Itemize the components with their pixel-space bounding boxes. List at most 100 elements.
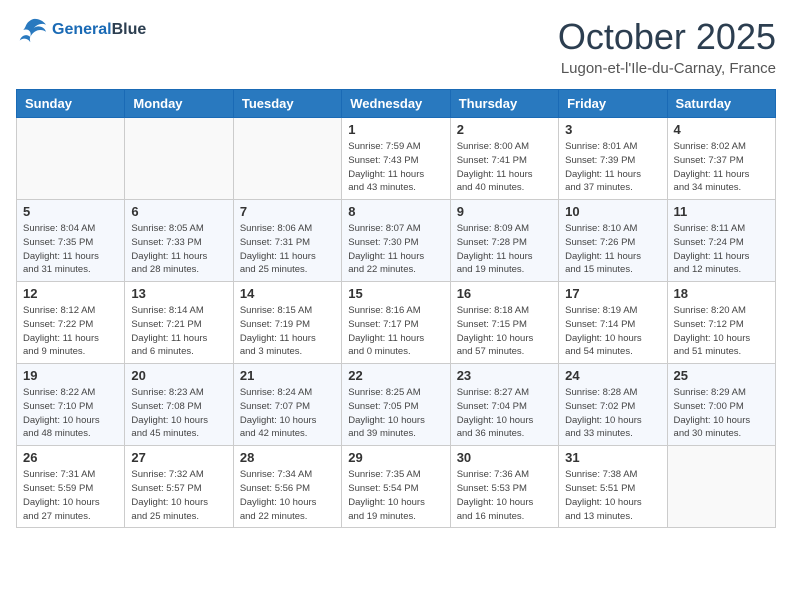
day-info: Sunrise: 8:22 AM Sunset: 7:10 PM Dayligh… [23, 386, 118, 441]
day-info: Sunrise: 8:02 AM Sunset: 7:37 PM Dayligh… [674, 140, 769, 195]
day-number: 27 [131, 450, 226, 465]
day-number: 29 [348, 450, 443, 465]
day-info: Sunrise: 8:24 AM Sunset: 7:07 PM Dayligh… [240, 386, 335, 441]
calendar-cell: 3Sunrise: 8:01 AM Sunset: 7:39 PM Daylig… [559, 118, 667, 200]
calendar-cell: 12 Sunrise: 8:12 AM Sunset: 7:22 PM Dayli… [17, 282, 125, 364]
day-info: Sunrise: 7:31 AM Sunset: 5:59 PM Dayligh… [23, 468, 118, 523]
day-number: 6 [131, 204, 226, 219]
day-number: 25 [674, 368, 769, 383]
calendar-cell: 29 Sunrise: 7:35 AM Sunset: 5:54 PM Dayli… [342, 446, 450, 528]
day-info: Sunrise: 7:38 AM Sunset: 5:51 PM Dayligh… [565, 468, 660, 523]
day-info: Sunrise: 8:28 AM Sunset: 7:02 PM Dayligh… [565, 386, 660, 441]
day-info: Sunrise: 7:35 AM Sunset: 5:54 PM Dayligh… [348, 468, 443, 523]
day-number: 16 [457, 286, 552, 301]
calendar-week-row: 1 Sunrise: 7:59 AM Sunset: 7:43 PM Daylig… [17, 118, 776, 200]
day-info: Sunrise: 8:10 AM Sunset: 7:26 PM Dayligh… [565, 222, 660, 277]
calendar-cell [17, 118, 125, 200]
logo-text: GeneralBlue [52, 21, 146, 39]
weekday-header-saturday: Saturday [667, 90, 775, 118]
calendar-cell: 20 Sunrise: 8:23 AM Sunset: 7:08 PM Dayli… [125, 364, 233, 446]
day-number: 26 [23, 450, 118, 465]
day-info: Sunrise: 8:09 AM Sunset: 7:28 PM Dayligh… [457, 222, 552, 277]
day-info: Sunrise: 8:14 AM Sunset: 7:21 PM Dayligh… [131, 304, 226, 359]
calendar-cell: 4 Sunrise: 8:02 AM Sunset: 7:37 PM Daylig… [667, 118, 775, 200]
day-info: Sunrise: 8:25 AM Sunset: 7:05 PM Dayligh… [348, 386, 443, 441]
calendar-cell: 31 Sunrise: 7:38 AM Sunset: 5:51 PM Dayli… [559, 446, 667, 528]
day-number: 7 [240, 204, 335, 219]
weekday-header-row: SundayMondayTuesdayWednesdayThursdayFrid… [17, 90, 776, 118]
day-number: 22 [348, 368, 443, 383]
day-info: Sunrise: 8:29 AM Sunset: 7:00 PM Dayligh… [674, 386, 769, 441]
day-number: 15 [348, 286, 443, 301]
day-info: Sunrise: 8:01 AM Sunset: 7:39 PM Dayligh… [565, 140, 660, 195]
calendar-cell: 18 Sunrise: 8:20 AM Sunset: 7:12 PM Dayli… [667, 282, 775, 364]
day-number: 2 [457, 122, 552, 137]
calendar-cell: 11 Sunrise: 8:11 AM Sunset: 7:24 PM Dayli… [667, 200, 775, 282]
day-info: Sunrise: 8:05 AM Sunset: 7:33 PM Dayligh… [131, 222, 226, 277]
day-info: Sunrise: 7:36 AM Sunset: 5:53 PM Dayligh… [457, 468, 552, 523]
calendar-cell: 1 Sunrise: 7:59 AM Sunset: 7:43 PM Daylig… [342, 118, 450, 200]
calendar-cell: 2 Sunrise: 8:00 AM Sunset: 7:41 PM Daylig… [450, 118, 558, 200]
day-number: 28 [240, 450, 335, 465]
day-number: 13 [131, 286, 226, 301]
calendar-cell: 16 Sunrise: 8:18 AM Sunset: 7:15 PM Dayli… [450, 282, 558, 364]
day-number: 12 [23, 286, 118, 301]
day-number: 14 [240, 286, 335, 301]
weekday-header-sunday: Sunday [17, 90, 125, 118]
weekday-header-wednesday: Wednesday [342, 90, 450, 118]
calendar-cell: 24Sunrise: 8:28 AM Sunset: 7:02 PM Dayli… [559, 364, 667, 446]
calendar-cell: 28 Sunrise: 7:34 AM Sunset: 5:56 PM Dayli… [233, 446, 341, 528]
calendar-cell: 8 Sunrise: 8:07 AM Sunset: 7:30 PM Daylig… [342, 200, 450, 282]
month-title: October 2025 [558, 16, 776, 58]
weekday-header-friday: Friday [559, 90, 667, 118]
day-info: Sunrise: 8:11 AM Sunset: 7:24 PM Dayligh… [674, 222, 769, 277]
calendar-cell [125, 118, 233, 200]
day-info: Sunrise: 8:04 AM Sunset: 7:35 PM Dayligh… [23, 222, 118, 277]
day-number: 31 [565, 450, 660, 465]
calendar-cell: 25 Sunrise: 8:29 AM Sunset: 7:00 PM Dayli… [667, 364, 775, 446]
page-header: GeneralBlue October 2025 Lugon-et-l'Ile-… [16, 16, 776, 77]
day-info: Sunrise: 8:15 AM Sunset: 7:19 PM Dayligh… [240, 304, 335, 359]
day-info: Sunrise: 8:12 AM Sunset: 7:22 PM Dayligh… [23, 304, 118, 359]
calendar-cell [233, 118, 341, 200]
day-info: Sunrise: 8:23 AM Sunset: 7:08 PM Dayligh… [131, 386, 226, 441]
calendar-cell: 26 Sunrise: 7:31 AM Sunset: 5:59 PM Dayli… [17, 446, 125, 528]
day-number: 5 [23, 204, 118, 219]
logo-line2: Blue [112, 21, 147, 38]
day-number: 18 [674, 286, 769, 301]
day-info: Sunrise: 8:06 AM Sunset: 7:31 PM Dayligh… [240, 222, 335, 277]
day-number: 4 [674, 122, 769, 137]
calendar-cell: 14 Sunrise: 8:15 AM Sunset: 7:19 PM Dayli… [233, 282, 341, 364]
calendar-cell: 15 Sunrise: 8:16 AM Sunset: 7:17 PM Dayli… [342, 282, 450, 364]
day-number: 20 [131, 368, 226, 383]
calendar-week-row: 5 Sunrise: 8:04 AM Sunset: 7:35 PM Daylig… [17, 200, 776, 282]
weekday-header-tuesday: Tuesday [233, 90, 341, 118]
day-number: 11 [674, 204, 769, 219]
title-section: October 2025 Lugon-et-l'Ile-du-Carnay, F… [558, 16, 776, 77]
calendar-cell: 19 Sunrise: 8:22 AM Sunset: 7:10 PM Dayli… [17, 364, 125, 446]
day-number: 10 [565, 204, 660, 219]
logo-icon [16, 16, 48, 44]
day-number: 1 [348, 122, 443, 137]
day-info: Sunrise: 8:00 AM Sunset: 7:41 PM Dayligh… [457, 140, 552, 195]
day-info: Sunrise: 8:18 AM Sunset: 7:15 PM Dayligh… [457, 304, 552, 359]
day-info: Sunrise: 7:59 AM Sunset: 7:43 PM Dayligh… [348, 140, 443, 195]
calendar-cell: 7 Sunrise: 8:06 AM Sunset: 7:31 PM Daylig… [233, 200, 341, 282]
calendar-cell: 23Sunrise: 8:27 AM Sunset: 7:04 PM Dayli… [450, 364, 558, 446]
day-info: Sunrise: 8:27 AM Sunset: 7:04 PM Dayligh… [457, 386, 552, 441]
day-info: Sunrise: 7:34 AM Sunset: 5:56 PM Dayligh… [240, 468, 335, 523]
day-info: Sunrise: 8:16 AM Sunset: 7:17 PM Dayligh… [348, 304, 443, 359]
calendar-cell: 5 Sunrise: 8:04 AM Sunset: 7:35 PM Daylig… [17, 200, 125, 282]
calendar-cell: 22 Sunrise: 8:25 AM Sunset: 7:05 PM Dayli… [342, 364, 450, 446]
calendar-cell: 9Sunrise: 8:09 AM Sunset: 7:28 PM Daylig… [450, 200, 558, 282]
day-info: Sunrise: 8:07 AM Sunset: 7:30 PM Dayligh… [348, 222, 443, 277]
calendar-week-row: 12 Sunrise: 8:12 AM Sunset: 7:22 PM Dayli… [17, 282, 776, 364]
weekday-header-thursday: Thursday [450, 90, 558, 118]
day-info: Sunrise: 8:20 AM Sunset: 7:12 PM Dayligh… [674, 304, 769, 359]
calendar-cell: 17Sunrise: 8:19 AM Sunset: 7:14 PM Dayli… [559, 282, 667, 364]
calendar-cell: 10 Sunrise: 8:10 AM Sunset: 7:26 PM Dayli… [559, 200, 667, 282]
day-number: 8 [348, 204, 443, 219]
day-number: 19 [23, 368, 118, 383]
calendar-table: SundayMondayTuesdayWednesdayThursdayFrid… [16, 89, 776, 528]
weekday-header-monday: Monday [125, 90, 233, 118]
